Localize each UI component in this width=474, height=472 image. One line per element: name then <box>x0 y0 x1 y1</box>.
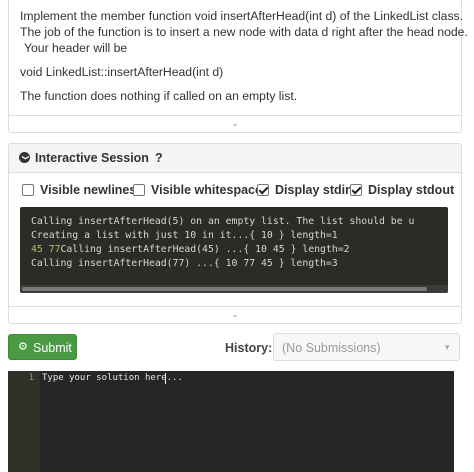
history-label: History: <box>225 341 273 355</box>
submit-label: Submit <box>33 341 72 355</box>
console-line: 45 77Calling insertAfterHead(45) ...{ 10… <box>31 244 350 255</box>
code-editor[interactable]: 1 Type your solution here... <box>8 371 454 472</box>
description-line-1: Implement the member function void inser… <box>20 9 464 23</box>
gear-icon: ⚙ <box>18 341 28 353</box>
chevron-down-icon: ▼ <box>443 343 451 352</box>
console-line: Creating a list with just 10 in it...{ 1… <box>31 230 338 241</box>
editor-placeholder: Type your solution here... <box>42 373 183 383</box>
line-number: 1 <box>28 373 34 383</box>
editor-gutter: 1 <box>8 371 40 472</box>
history-select[interactable]: (No Submissions) ▼ <box>273 333 460 361</box>
session-title: Interactive Session <box>35 151 149 165</box>
console-line: Calling insertAfterHead(5) on an empty l… <box>31 216 415 227</box>
display-stdin-option[interactable]: Display stdin <box>257 183 353 199</box>
problem-description: Implement the member function void inser… <box>8 0 468 116</box>
description-line-2: The job of the function is to insert a n… <box>20 25 468 39</box>
description-line-3: Your header will be <box>24 41 128 55</box>
chevron-toggle-icon[interactable]: ❯ <box>19 152 30 163</box>
session-console: Calling insertAfterHead(5) on an empty l… <box>20 207 448 293</box>
visible-newlines-checkbox[interactable] <box>22 184 34 196</box>
chevron-down-icon: ⌄ <box>231 118 239 128</box>
description-collapse-bar[interactable]: ⌄ <box>8 115 462 133</box>
visible-whitespace-option[interactable]: Visible whitespace <box>133 183 262 199</box>
chevron-down-icon: ⌄ <box>231 309 239 319</box>
session-collapse-bar[interactable]: ⌄ <box>8 306 462 324</box>
session-header[interactable]: ❯ Interactive Session ? <box>9 144 461 173</box>
function-signature: void LinkedList::insertAfterHead(int d) <box>20 65 224 79</box>
submit-button[interactable]: ⚙ Submit <box>8 334 77 360</box>
display-stdout-checkbox[interactable] <box>350 184 362 196</box>
display-stdout-option[interactable]: Display stdout <box>350 183 454 199</box>
history-select-value: (No Submissions) <box>282 341 381 355</box>
text-cursor <box>165 373 166 384</box>
help-icon[interactable]: ? <box>155 151 163 165</box>
visible-whitespace-checkbox[interactable] <box>133 184 145 196</box>
description-note: The function does nothing if called on a… <box>20 89 298 103</box>
console-scrollbar-thumb[interactable] <box>22 287 427 291</box>
console-scrollbar[interactable] <box>20 285 448 293</box>
console-line: Calling insertAfterHead(77) ...{ 10 77 4… <box>31 258 338 269</box>
display-stdin-checkbox[interactable] <box>257 184 269 196</box>
visible-newlines-option[interactable]: Visible newlines <box>22 183 136 199</box>
